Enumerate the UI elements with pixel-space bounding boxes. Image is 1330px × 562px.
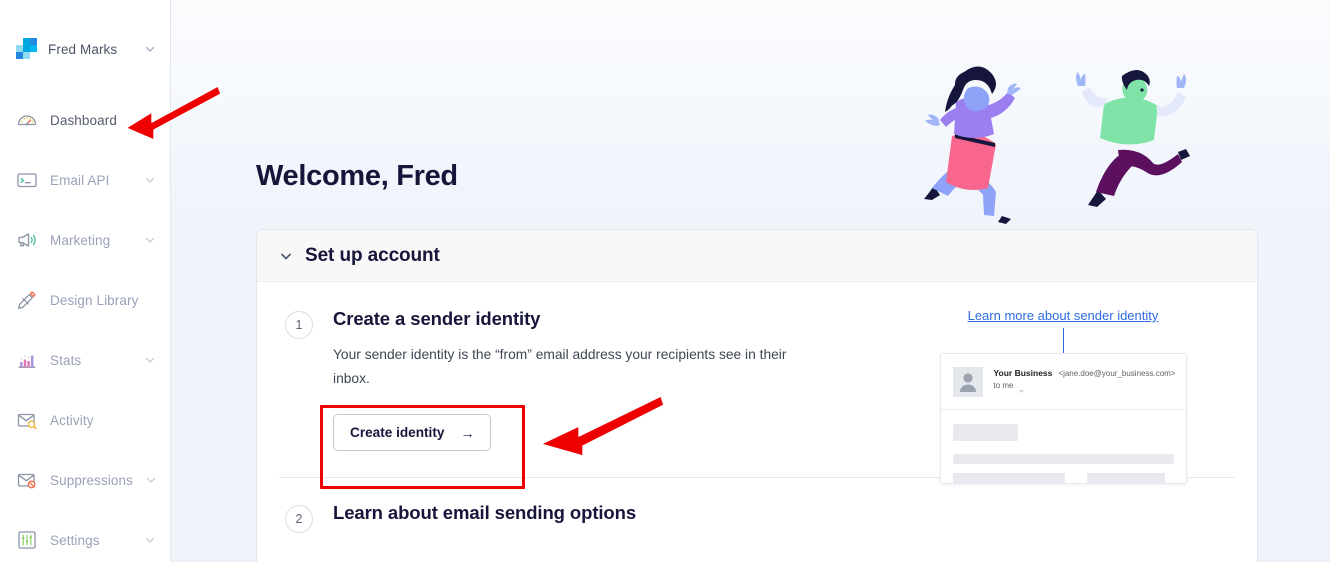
create-identity-button[interactable]: Create identity →: [333, 414, 492, 452]
envelope-search-icon: [16, 409, 38, 431]
sidebar-item-activity[interactable]: Activity: [0, 400, 170, 440]
sidebar-item-settings[interactable]: Settings: [0, 520, 170, 560]
email-preview-body-placeholders: [941, 410, 1186, 483]
envelope-block-icon: [16, 469, 38, 491]
caret-down-icon: [1018, 382, 1025, 393]
setup-step-1: 1 Create a sender identity Your sender i…: [279, 308, 1235, 484]
placeholder-bar: [952, 424, 1018, 441]
account-name: Fred Marks: [48, 41, 118, 57]
app-root: Fred Marks Dashboard Email API Marketing…: [0, 0, 1330, 562]
step-1-content: Create a sender identity Your sender ide…: [333, 308, 833, 452]
create-identity-button-wrap: Create identity →: [333, 414, 833, 452]
chevron-down-icon[interactable]: [144, 174, 156, 186]
sidebar-nav: Dashboard Email API Marketing Design Lib…: [0, 100, 170, 560]
email-preview-card: Your Business <jane.doe@your_business.co…: [939, 353, 1187, 484]
sidebar-item-label: Settings: [50, 532, 100, 548]
step-1-preview-column: Learn more about sender identity Your Bu…: [913, 308, 1213, 484]
sidebar-item-label: Activity: [50, 412, 94, 428]
pixel-squares-logo-icon: [16, 38, 38, 60]
arrow-right-icon: →: [460, 424, 475, 441]
person-avatar-icon: [952, 367, 983, 397]
email-preview-meta: Your Business <jane.doe@your_business.co…: [993, 367, 1176, 397]
sidebar-item-email-api[interactable]: Email API: [0, 160, 170, 200]
two-people-jumping-illustration: [890, 38, 1220, 228]
email-from-name: Your Business: [993, 368, 1053, 378]
setup-account-card: Set up account 1 Create a sender identit…: [256, 229, 1258, 562]
step-1-description: Your sender identity is the “from” email…: [333, 347, 787, 386]
email-from-address: <jane.doe@your_business.com>: [1058, 369, 1176, 378]
sidebar-item-design-library[interactable]: Design Library: [0, 280, 170, 320]
main-content: Welcome, Fred Set up account 1 Create a …: [171, 0, 1330, 562]
setup-account-card-header[interactable]: Set up account: [257, 230, 1257, 282]
gauge-icon: [16, 109, 38, 131]
sidebar-item-label: Email API: [50, 172, 110, 188]
sliders-icon: [16, 529, 38, 551]
chevron-down-icon[interactable]: [144, 534, 156, 546]
connector-line: [1062, 328, 1064, 354]
chevron-down-icon[interactable]: [144, 43, 156, 55]
setup-step-2: 2 Learn about email sending options: [279, 478, 1235, 559]
bar-chart-icon: [16, 349, 38, 371]
terminal-icon: [16, 169, 38, 191]
chevron-down-icon[interactable]: [279, 249, 293, 263]
step-number-badge: 1: [285, 311, 313, 339]
step-number-badge: 2: [285, 505, 313, 534]
sidebar-item-label: Dashboard: [50, 112, 117, 128]
email-preview-header: Your Business <jane.doe@your_business.co…: [940, 354, 1186, 410]
create-identity-button-label: Create identity: [350, 425, 445, 441]
chevron-down-icon[interactable]: [145, 474, 157, 486]
sidebar-item-label: Suppressions: [50, 472, 133, 488]
sidebar-item-marketing[interactable]: Marketing: [0, 220, 170, 260]
email-to-label: to me: [993, 381, 1014, 390]
placeholder-bar: [952, 454, 1174, 464]
setup-account-card-body: 1 Create a sender identity Your sender i…: [257, 282, 1257, 559]
pencil-ruler-icon: [16, 289, 38, 311]
sidebar-item-stats[interactable]: Stats: [0, 340, 170, 380]
step-2-content: Learn about email sending options: [333, 502, 833, 533]
sidebar-item-dashboard[interactable]: Dashboard: [0, 100, 170, 140]
sidebar-item-label: Stats: [50, 352, 82, 368]
learn-more-sender-identity-link[interactable]: Learn more about sender identity: [968, 308, 1159, 323]
setup-account-title: Set up account: [305, 244, 440, 266]
step-2-title: Learn about email sending options: [333, 502, 637, 524]
sidebar-item-label: Marketing: [50, 232, 111, 248]
chevron-down-icon[interactable]: [144, 234, 156, 246]
chevron-down-icon[interactable]: [144, 354, 156, 366]
megaphone-icon: [16, 229, 38, 251]
page-title: Welcome, Fred: [256, 160, 458, 192]
account-switcher[interactable]: Fred Marks: [0, 32, 170, 66]
sidebar-item-label: Design Library: [50, 292, 139, 308]
sidebar-item-suppressions[interactable]: Suppressions: [0, 460, 170, 500]
sidebar: Fred Marks Dashboard Email API Marketing…: [0, 0, 171, 562]
step-1-title: Create a sender identity: [333, 308, 541, 329]
